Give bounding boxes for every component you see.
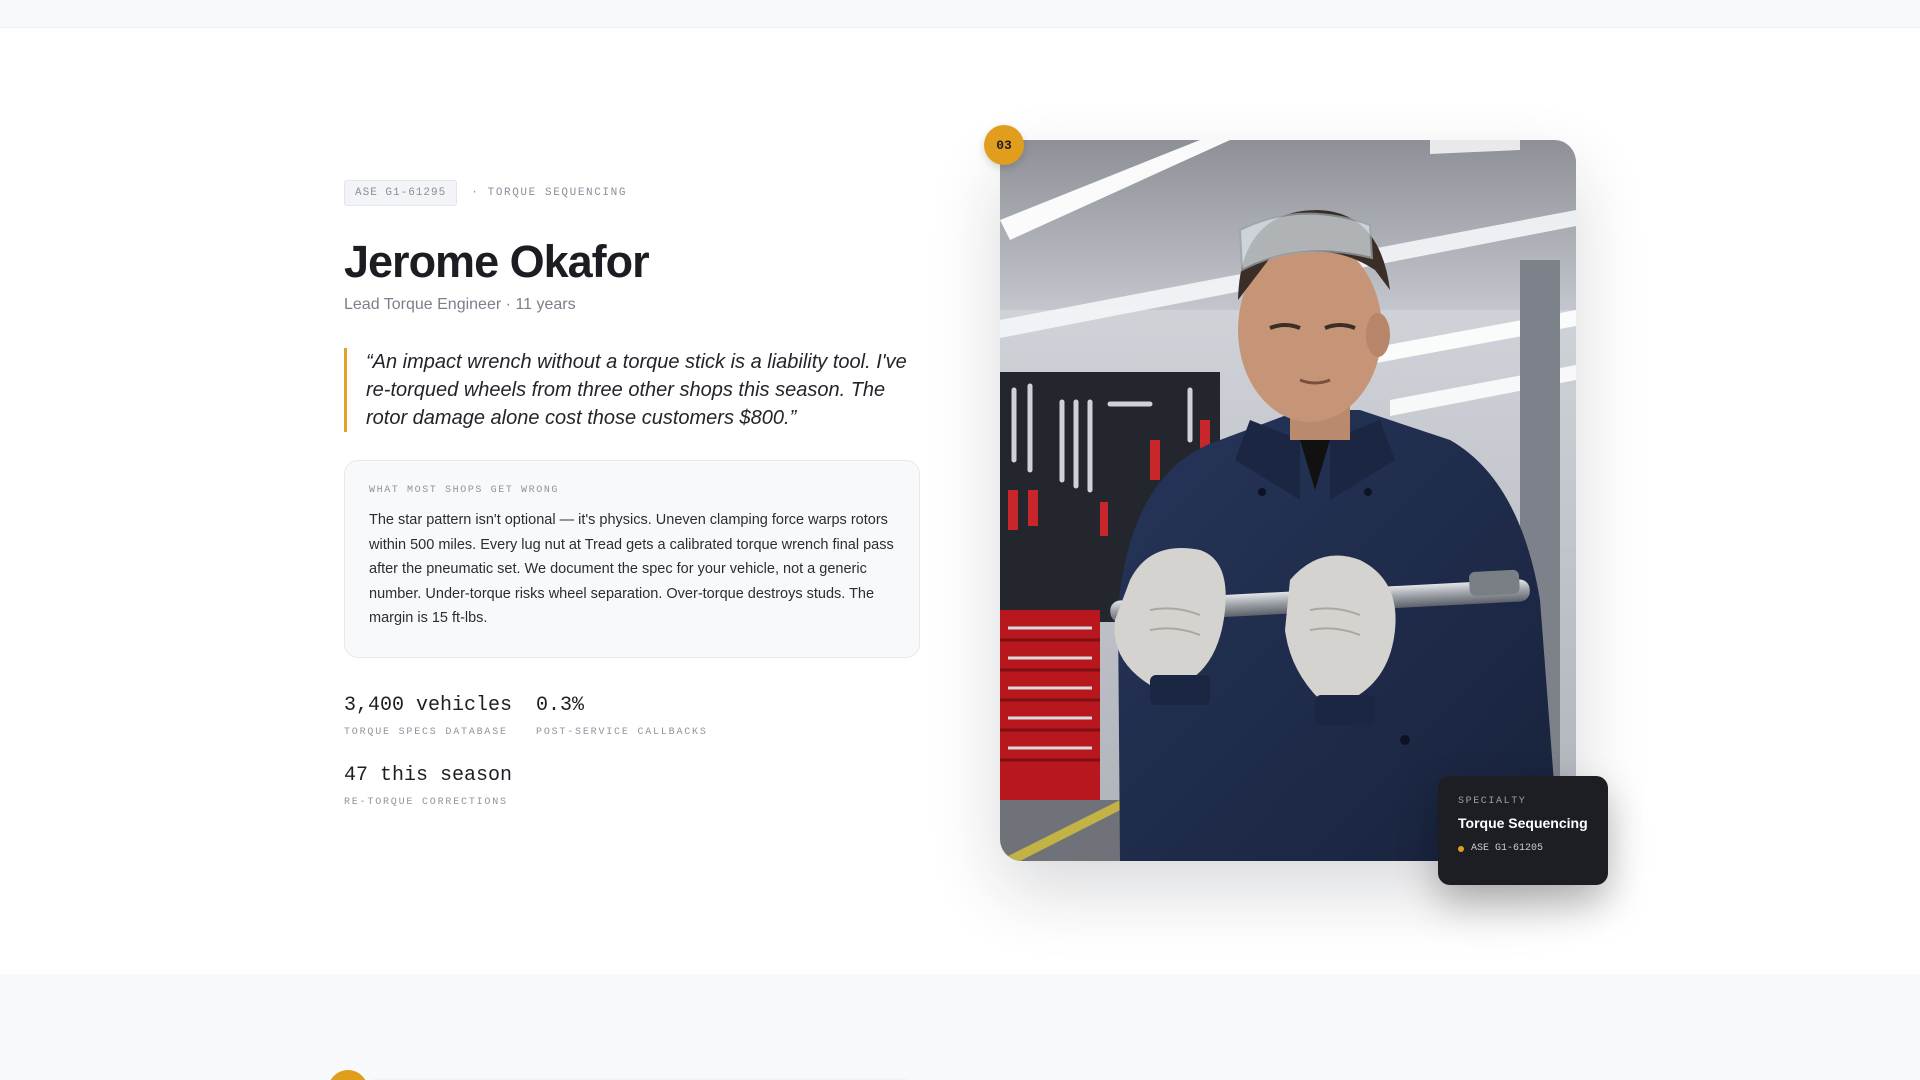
insight-card: WHAT MOST SHOPS GET WRONG The star patte… bbox=[344, 460, 920, 658]
stat-item: 0.3% POST-SERVICE CALLBACKS bbox=[536, 694, 708, 738]
insight-card-label: WHAT MOST SHOPS GET WRONG bbox=[369, 485, 560, 496]
stat-label: TORQUE SPECS DATABASE bbox=[344, 726, 508, 738]
stat-label: POST-SERVICE CALLBACKS bbox=[536, 726, 708, 738]
previous-section-band bbox=[0, 0, 1920, 28]
stat-item: 3,400 vehicles TORQUE SPECS DATABASE bbox=[344, 694, 512, 738]
profile-text-column: ASE G1-61295 · TORQUE SEQUENCING Jerome … bbox=[344, 180, 924, 834]
profile-quote: “An impact wrench without a torque stick… bbox=[344, 348, 924, 432]
specialty-title: Torque Sequencing bbox=[1458, 815, 1588, 831]
stat-label: RE-TORQUE CORRECTIONS bbox=[344, 796, 508, 808]
insight-card-body: The star pattern isn't optional — it's p… bbox=[369, 512, 894, 626]
stat-value: 47 this season bbox=[344, 763, 513, 787]
next-section-band bbox=[0, 974, 1920, 1080]
next-number-badge-icon bbox=[328, 1070, 368, 1080]
technician-illustration bbox=[1000, 140, 1576, 861]
specialty-cert-row: ASE G1-61205 bbox=[1458, 843, 1588, 854]
specialty-cert: ASE G1-61205 bbox=[1471, 843, 1544, 854]
profile-name: Jerome Okafor bbox=[344, 236, 650, 287]
stat-value: 0.3% bbox=[536, 693, 585, 717]
profile-meta-row: ASE G1-61295 · TORQUE SEQUENCING bbox=[344, 180, 924, 206]
profile-role: Lead Torque Engineer · 11 years bbox=[344, 296, 576, 313]
specialty-label: SPECIALTY bbox=[1458, 796, 1527, 807]
stat-value: 3,400 vehicles bbox=[344, 693, 513, 717]
specialty-card: SPECIALTY Torque Sequencing ASE G1-61205 bbox=[1438, 776, 1608, 885]
specialty-tag: · TORQUE SEQUENCING bbox=[471, 187, 628, 199]
stat-item: 47 this season RE-TORQUE CORRECTIONS bbox=[344, 764, 512, 808]
stats-row: 3,400 vehicles TORQUE SPECS DATABASE 0.3… bbox=[344, 694, 924, 834]
status-dot-icon bbox=[1458, 845, 1464, 852]
certification-chip: ASE G1-61295 bbox=[344, 180, 458, 206]
profile-number-badge: 03 bbox=[984, 125, 1024, 165]
technician-photo bbox=[1000, 140, 1576, 861]
